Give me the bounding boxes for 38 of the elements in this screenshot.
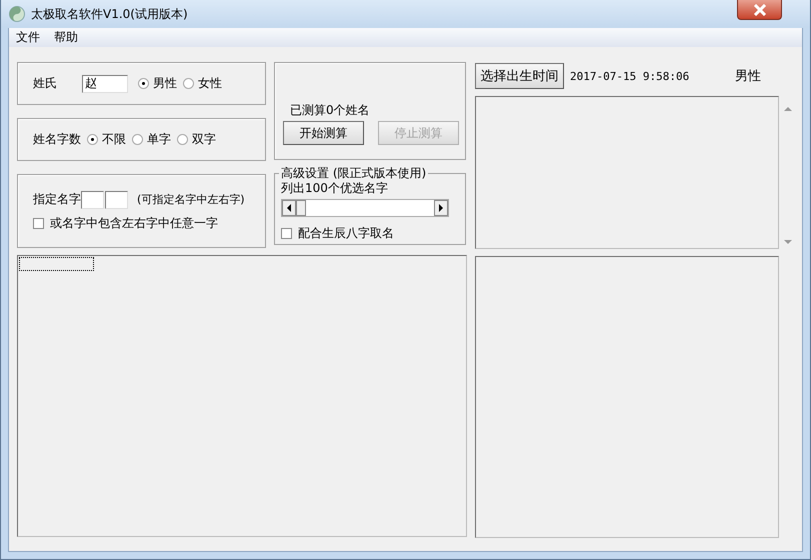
surname-field[interactable]: 赵 [82, 74, 128, 92]
calc-button[interactable]: 开始测算 [283, 121, 364, 145]
char-field[interactable] [105, 190, 128, 208]
checkbox[interactable] [281, 228, 292, 239]
taiji-icon [9, 6, 25, 22]
field-label: 姓氏 [33, 75, 58, 92]
radio-button[interactable] [138, 78, 149, 89]
option-label: 女性 [198, 75, 222, 92]
checkbox-label: 或名字中包含左右字中任意一字 [50, 214, 218, 232]
option-label: 双字 [192, 131, 216, 148]
field-label: 姓名字数 [33, 131, 81, 148]
menu-item[interactable]: 帮助 [47, 29, 85, 46]
option-label: 单字 [147, 131, 171, 148]
close-button[interactable] [737, 0, 782, 20]
hint-text: (可指定名字中左右字) [137, 192, 245, 207]
birth-time-button[interactable]: 选择出生时间 [475, 63, 564, 89]
window-title: 太极取名软件V1.0(试用版本) [31, 6, 189, 22]
field-label: 指定名字 [33, 191, 81, 208]
radio-button[interactable] [132, 134, 143, 145]
slider[interactable] [281, 199, 449, 217]
group-title: 高级设置 (限正式版本使用) [280, 165, 428, 182]
close-icon [752, 4, 766, 16]
char-field[interactable] [81, 190, 104, 208]
status-text: 已测算0个姓名 [289, 102, 371, 119]
menu-item[interactable]: 文件 [9, 29, 47, 46]
option-label: 不限 [102, 131, 126, 148]
radio-button[interactable] [87, 134, 98, 145]
checkbox-label: 配合生辰八字取名 [298, 225, 394, 242]
slider-thumb[interactable] [296, 200, 306, 216]
radio-button[interactable] [183, 78, 194, 89]
radio-button[interactable] [177, 134, 188, 145]
option-label: 男性 [153, 75, 177, 92]
down-arrow-icon [784, 240, 792, 245]
gender-text: 男性 [735, 68, 761, 85]
checkbox[interactable] [33, 218, 44, 228]
list-label: 列出100个优选名字 [281, 180, 389, 197]
up-arrow-icon [784, 106, 792, 111]
datetime-text: 2017-07-15 9:58:06 [570, 70, 690, 82]
